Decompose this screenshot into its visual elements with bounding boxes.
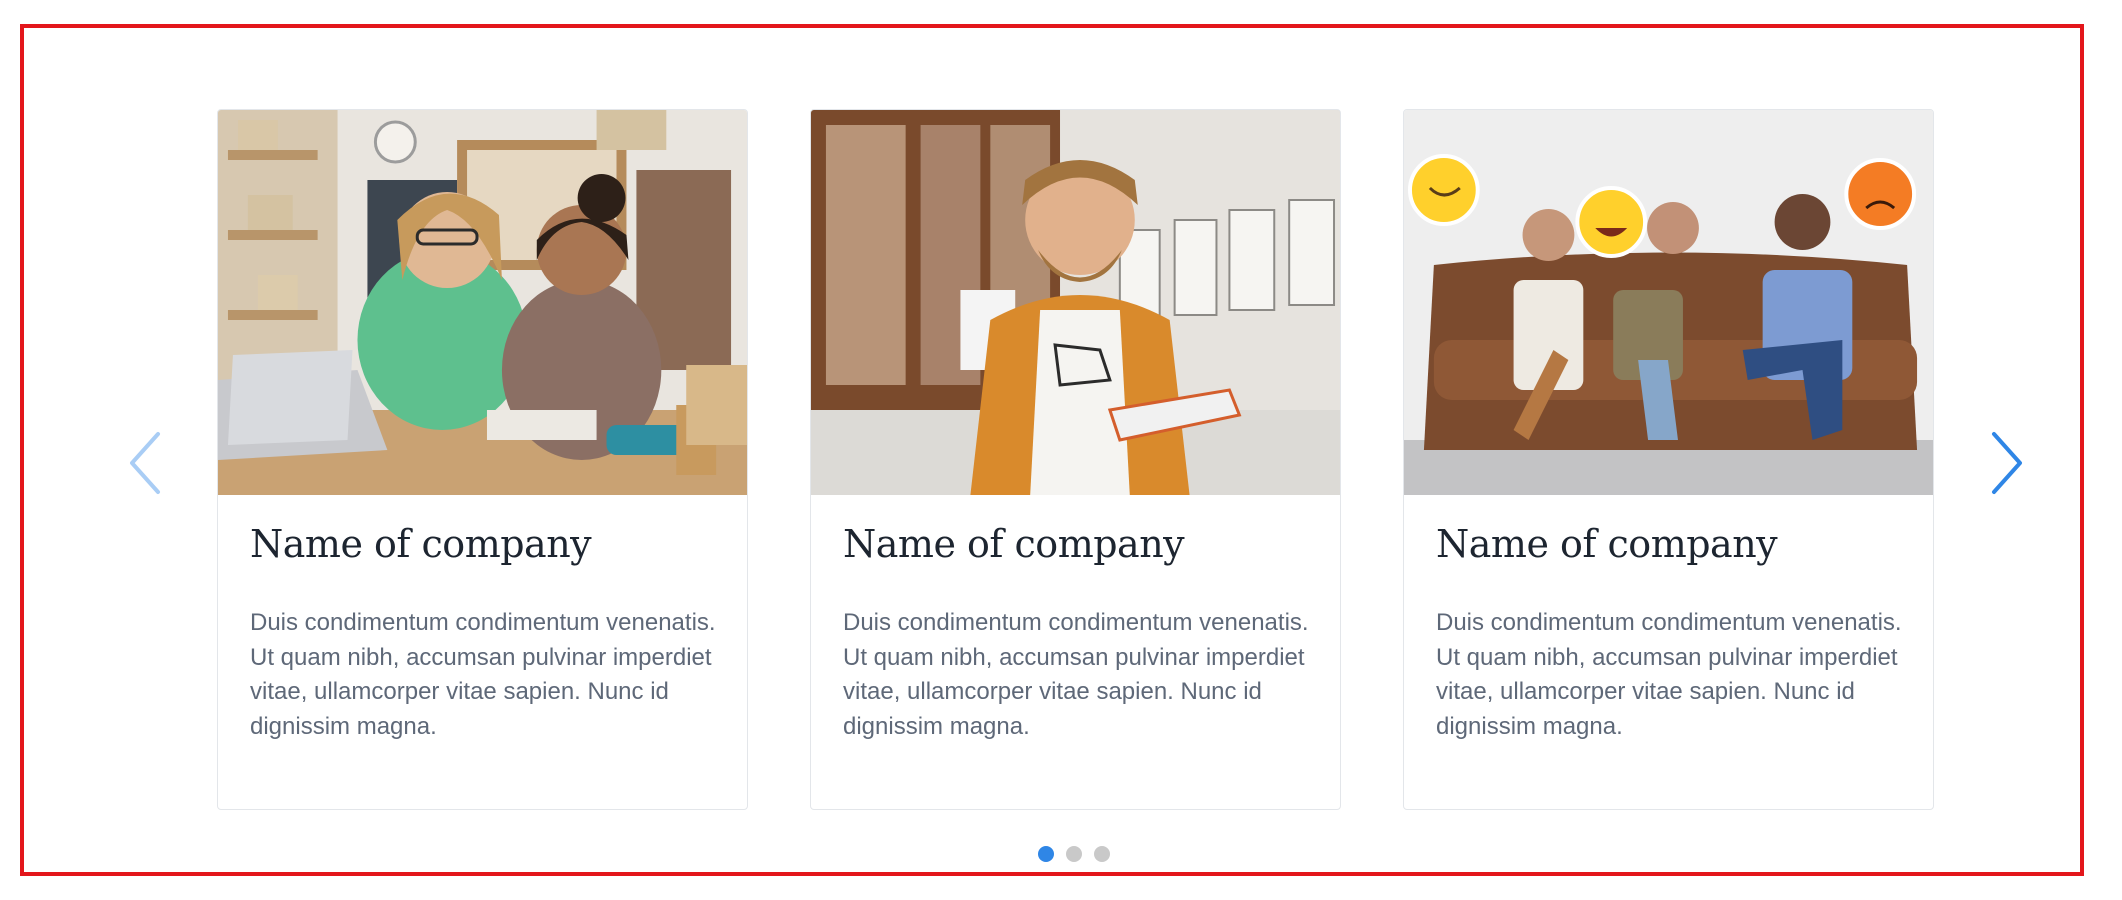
company-card: Name of company Duis condimentum condime… [1403, 109, 1934, 810]
card-title: Name of company [250, 522, 592, 566]
carousel-next-button[interactable] [1984, 428, 2028, 498]
card-image-two-women-working [218, 110, 747, 495]
pagination-dot[interactable] [1066, 846, 1082, 862]
company-card: Name of company Duis condimentum condime… [217, 109, 748, 810]
carousel-prev-button[interactable] [124, 428, 168, 498]
card-description: Duis condimentum condimentum venenatis. … [1436, 609, 1902, 740]
card-image-smiling-man [811, 110, 1340, 495]
card-description: Duis condimentum condimentum venenatis. … [843, 609, 1309, 740]
chevron-right-icon [1992, 432, 2022, 494]
chevron-left-icon [130, 432, 160, 494]
pagination-dot[interactable] [1094, 846, 1110, 862]
card-description: Duis condimentum condimentum venenatis. … [250, 609, 716, 740]
card-title: Name of company [1436, 522, 1778, 566]
card-title: Name of company [843, 522, 1185, 566]
company-card: Name of company Duis condimentum condime… [810, 109, 1341, 810]
carousel-section: Name of company Duis condimentum condime… [20, 24, 2084, 876]
card-image-people-with-emojis [1404, 110, 1933, 495]
pagination-dot-active[interactable] [1038, 846, 1054, 862]
